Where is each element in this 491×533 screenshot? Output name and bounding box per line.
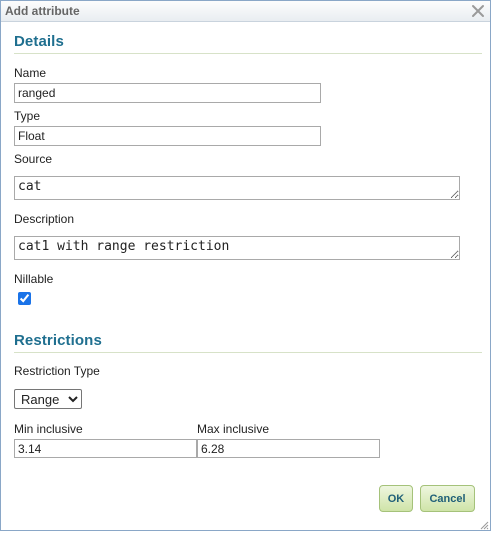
details-divider — [14, 53, 482, 54]
nillable-checkbox[interactable] — [18, 292, 31, 305]
source-label: Source — [14, 152, 53, 166]
add-attribute-dialog: Add attribute Details Name Type Source c… — [0, 0, 491, 531]
name-label: Name — [14, 66, 47, 80]
restriction-type-select[interactable]: Range — [14, 389, 82, 409]
max-inclusive-label: Max inclusive — [197, 422, 270, 436]
restrictions-divider — [14, 352, 482, 353]
max-inclusive-field[interactable] — [197, 439, 380, 458]
ok-button[interactable]: OK — [379, 485, 413, 512]
description-label: Description — [14, 212, 75, 226]
min-inclusive-label: Min inclusive — [14, 422, 83, 436]
name-field[interactable] — [14, 83, 321, 103]
dialog-title: Add attribute — [5, 4, 80, 18]
dialog-titlebar[interactable]: Add attribute — [1, 1, 490, 22]
close-icon[interactable] — [470, 3, 486, 19]
source-textarea[interactable]: cat — [14, 176, 460, 200]
description-textarea[interactable]: cat1 with range restriction — [14, 236, 460, 260]
details-heading: Details — [14, 33, 64, 50]
restriction-type-label: Restriction Type — [14, 364, 100, 378]
resize-grip-icon[interactable] — [479, 519, 489, 530]
type-field[interactable] — [14, 126, 321, 146]
restrictions-heading: Restrictions — [14, 332, 102, 349]
type-label: Type — [14, 109, 41, 123]
cancel-button[interactable]: Cancel — [420, 485, 475, 512]
nillable-label: Nillable — [14, 272, 54, 286]
min-inclusive-field[interactable] — [14, 439, 197, 458]
